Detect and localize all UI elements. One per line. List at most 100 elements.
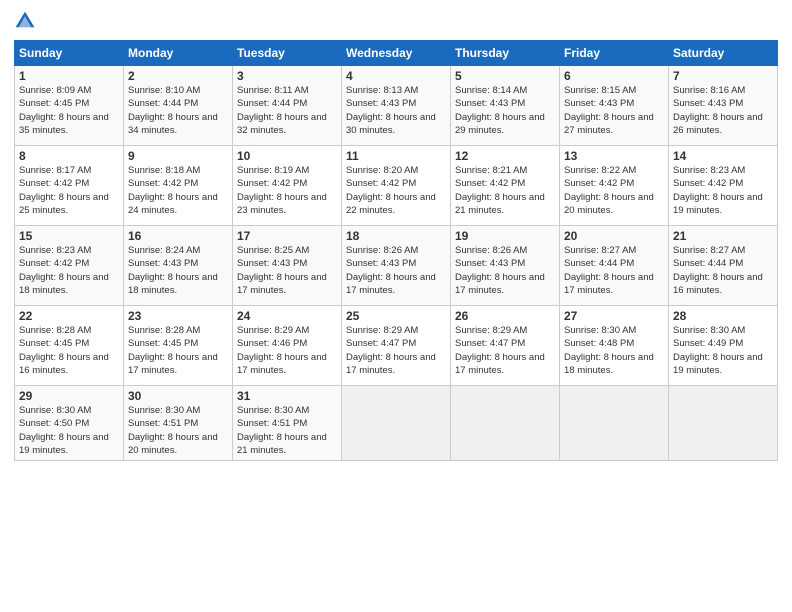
col-header-thursday: Thursday: [451, 41, 560, 66]
day-info: Sunrise: 8:29 AMSunset: 4:47 PMDaylight:…: [455, 325, 545, 376]
day-info: Sunrise: 8:26 AMSunset: 4:43 PMDaylight:…: [455, 245, 545, 296]
day-info: Sunrise: 8:27 AMSunset: 4:44 PMDaylight:…: [564, 245, 654, 296]
calendar-cell: 13Sunrise: 8:22 AMSunset: 4:42 PMDayligh…: [560, 146, 669, 226]
calendar-cell: [342, 386, 451, 461]
calendar-cell: 28 Sunrise: 8:30 AMSunset: 4:49 PMDayligh…: [669, 306, 778, 386]
calendar-cell: 9Sunrise: 8:18 AMSunset: 4:42 PMDaylight…: [124, 146, 233, 226]
calendar-cell: 5 Sunrise: 8:14 AMSunset: 4:43 PMDaylight…: [451, 66, 560, 146]
day-info: Sunrise: 8:13 AMSunset: 4:43 PMDaylight:…: [346, 85, 436, 136]
calendar-week-row: 29 Sunrise: 8:30 AMSunset: 4:50 PMDayligh…: [15, 386, 778, 461]
day-number: 14: [673, 149, 773, 163]
calendar-cell: 27 Sunrise: 8:30 AMSunset: 4:48 PMDayligh…: [560, 306, 669, 386]
day-info: Sunrise: 8:18 AMSunset: 4:42 PMDaylight:…: [128, 165, 218, 216]
day-info: Sunrise: 8:29 AMSunset: 4:47 PMDaylight:…: [346, 325, 436, 376]
day-number: 10: [237, 149, 337, 163]
day-info: Sunrise: 8:27 AMSunset: 4:44 PMDaylight:…: [673, 245, 763, 296]
day-info: Sunrise: 8:30 AMSunset: 4:50 PMDaylight:…: [19, 405, 109, 456]
calendar-cell: 25Sunrise: 8:29 AMSunset: 4:47 PMDayligh…: [342, 306, 451, 386]
day-info: Sunrise: 8:10 AMSunset: 4:44 PMDaylight:…: [128, 85, 218, 136]
col-header-friday: Friday: [560, 41, 669, 66]
calendar-cell: 29 Sunrise: 8:30 AMSunset: 4:50 PMDayligh…: [15, 386, 124, 461]
day-number: 16: [128, 229, 228, 243]
day-number: 7: [673, 69, 773, 83]
day-info: Sunrise: 8:24 AMSunset: 4:43 PMDaylight:…: [128, 245, 218, 296]
calendar-cell: 10 Sunrise: 8:19 AMSunset: 4:42 PMDayligh…: [233, 146, 342, 226]
calendar-cell: 12Sunrise: 8:21 AMSunset: 4:42 PMDayligh…: [451, 146, 560, 226]
col-header-saturday: Saturday: [669, 41, 778, 66]
calendar-cell: 8 Sunrise: 8:17 AMSunset: 4:42 PMDaylight…: [15, 146, 124, 226]
day-number: 30: [128, 389, 228, 403]
day-info: Sunrise: 8:30 AMSunset: 4:48 PMDaylight:…: [564, 325, 654, 376]
day-info: Sunrise: 8:30 AMSunset: 4:51 PMDaylight:…: [237, 405, 327, 456]
day-number: 22: [19, 309, 119, 323]
col-header-tuesday: Tuesday: [233, 41, 342, 66]
calendar-week-row: 8 Sunrise: 8:17 AMSunset: 4:42 PMDaylight…: [15, 146, 778, 226]
day-info: Sunrise: 8:30 AMSunset: 4:49 PMDaylight:…: [673, 325, 763, 376]
day-number: 1: [19, 69, 119, 83]
day-number: 12: [455, 149, 555, 163]
day-number: 15: [19, 229, 119, 243]
day-info: Sunrise: 8:22 AMSunset: 4:42 PMDaylight:…: [564, 165, 654, 216]
day-info: Sunrise: 8:14 AMSunset: 4:43 PMDaylight:…: [455, 85, 545, 136]
calendar-cell: 7 Sunrise: 8:16 AMSunset: 4:43 PMDaylight…: [669, 66, 778, 146]
calendar-cell: 23 Sunrise: 8:28 AMSunset: 4:45 PMDayligh…: [124, 306, 233, 386]
col-header-wednesday: Wednesday: [342, 41, 451, 66]
day-info: Sunrise: 8:28 AMSunset: 4:45 PMDaylight:…: [128, 325, 218, 376]
day-info: Sunrise: 8:19 AMSunset: 4:42 PMDaylight:…: [237, 165, 327, 216]
calendar-cell: 6 Sunrise: 8:15 AMSunset: 4:43 PMDaylight…: [560, 66, 669, 146]
day-info: Sunrise: 8:09 AMSunset: 4:45 PMDaylight:…: [19, 85, 109, 136]
day-info: Sunrise: 8:16 AMSunset: 4:43 PMDaylight:…: [673, 85, 763, 136]
day-info: Sunrise: 8:29 AMSunset: 4:46 PMDaylight:…: [237, 325, 327, 376]
day-number: 6: [564, 69, 664, 83]
day-info: Sunrise: 8:25 AMSunset: 4:43 PMDaylight:…: [237, 245, 327, 296]
day-number: 29: [19, 389, 119, 403]
calendar-cell: 17 Sunrise: 8:25 AMSunset: 4:43 PMDayligh…: [233, 226, 342, 306]
col-header-sunday: Sunday: [15, 41, 124, 66]
calendar-cell: [560, 386, 669, 461]
day-info: Sunrise: 8:26 AMSunset: 4:43 PMDaylight:…: [346, 245, 436, 296]
day-number: 5: [455, 69, 555, 83]
calendar-cell: 1 Sunrise: 8:09 AMSunset: 4:45 PMDaylight…: [15, 66, 124, 146]
day-info: Sunrise: 8:23 AMSunset: 4:42 PMDaylight:…: [19, 245, 109, 296]
calendar-cell: 30 Sunrise: 8:30 AMSunset: 4:51 PMDayligh…: [124, 386, 233, 461]
day-number: 21: [673, 229, 773, 243]
calendar-cell: 21 Sunrise: 8:27 AMSunset: 4:44 PMDayligh…: [669, 226, 778, 306]
calendar-cell: 14 Sunrise: 8:23 AMSunset: 4:42 PMDayligh…: [669, 146, 778, 226]
calendar-cell: 19 Sunrise: 8:26 AMSunset: 4:43 PMDayligh…: [451, 226, 560, 306]
calendar-cell: 18 Sunrise: 8:26 AMSunset: 4:43 PMDayligh…: [342, 226, 451, 306]
day-number: 11: [346, 149, 446, 163]
day-number: 23: [128, 309, 228, 323]
calendar-cell: 15 Sunrise: 8:23 AMSunset: 4:42 PMDayligh…: [15, 226, 124, 306]
calendar-cell: 26 Sunrise: 8:29 AMSunset: 4:47 PMDayligh…: [451, 306, 560, 386]
day-info: Sunrise: 8:30 AMSunset: 4:51 PMDaylight:…: [128, 405, 218, 456]
header: [14, 10, 778, 32]
calendar-cell: 3Sunrise: 8:11 AMSunset: 4:44 PMDaylight…: [233, 66, 342, 146]
calendar-cell: 2 Sunrise: 8:10 AMSunset: 4:44 PMDaylight…: [124, 66, 233, 146]
day-number: 2: [128, 69, 228, 83]
logo: [14, 10, 40, 32]
day-info: Sunrise: 8:15 AMSunset: 4:43 PMDaylight:…: [564, 85, 654, 136]
day-number: 18: [346, 229, 446, 243]
day-number: 26: [455, 309, 555, 323]
calendar-cell: 20Sunrise: 8:27 AMSunset: 4:44 PMDayligh…: [560, 226, 669, 306]
page-container: SundayMondayTuesdayWednesdayThursdayFrid…: [0, 0, 792, 467]
day-info: Sunrise: 8:20 AMSunset: 4:42 PMDaylight:…: [346, 165, 436, 216]
day-number: 8: [19, 149, 119, 163]
calendar-week-row: 22 Sunrise: 8:28 AMSunset: 4:45 PMDayligh…: [15, 306, 778, 386]
day-number: 17: [237, 229, 337, 243]
day-number: 19: [455, 229, 555, 243]
day-info: Sunrise: 8:23 AMSunset: 4:42 PMDaylight:…: [673, 165, 763, 216]
day-number: 27: [564, 309, 664, 323]
col-header-monday: Monday: [124, 41, 233, 66]
day-number: 31: [237, 389, 337, 403]
day-info: Sunrise: 8:28 AMSunset: 4:45 PMDaylight:…: [19, 325, 109, 376]
day-number: 24: [237, 309, 337, 323]
day-info: Sunrise: 8:17 AMSunset: 4:42 PMDaylight:…: [19, 165, 109, 216]
calendar-week-row: 15 Sunrise: 8:23 AMSunset: 4:42 PMDayligh…: [15, 226, 778, 306]
calendar-cell: [669, 386, 778, 461]
day-number: 28: [673, 309, 773, 323]
calendar-cell: 4Sunrise: 8:13 AMSunset: 4:43 PMDaylight…: [342, 66, 451, 146]
calendar-cell: 11 Sunrise: 8:20 AMSunset: 4:42 PMDayligh…: [342, 146, 451, 226]
calendar-cell: 31 Sunrise: 8:30 AMSunset: 4:51 PMDayligh…: [233, 386, 342, 461]
logo-icon: [14, 10, 36, 32]
